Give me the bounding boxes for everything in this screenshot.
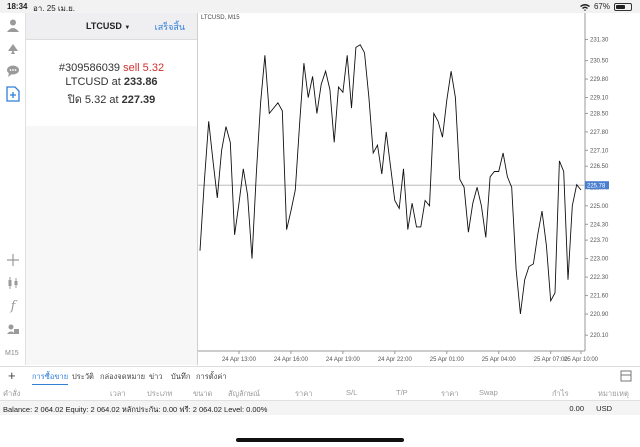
order-id: #309586039 [58, 62, 121, 74]
expand-panel-icon[interactable] [620, 370, 632, 382]
x-tick-label: 24 Apr 22:00 [378, 357, 413, 363]
col-time[interactable]: เวลา [110, 388, 126, 400]
col-symbol[interactable]: สัญลักษณ์ [228, 388, 260, 400]
status-right: 67% [579, 2, 632, 11]
y-tick-label: 222.30 [590, 275, 609, 281]
open-label: LTCUSD at [65, 76, 121, 88]
col-current-price[interactable]: ราคา [441, 388, 458, 400]
y-tick-label: 223.70 [590, 238, 609, 244]
y-tick-label: 229.80 [590, 77, 609, 83]
y-tick-label: 230.50 [590, 59, 609, 65]
symbol-selector[interactable]: LTCUSD ▼ [86, 21, 130, 31]
tab-mailbox[interactable]: กล่องจดหมาย [100, 371, 145, 383]
col-sl[interactable]: S/L [346, 388, 357, 397]
popup-body: #309586039 sell 5.32 LTCUSD at 233.86 ปิ… [26, 40, 197, 126]
close-line: ปิด 5.32 at 227.39 [26, 90, 197, 108]
wifi-icon [579, 3, 590, 11]
col-order[interactable]: คำสั่ง [3, 388, 20, 400]
panel-background [26, 126, 197, 365]
y-tick-label: 226.50 [590, 164, 609, 170]
chevron-down-icon: ▼ [124, 25, 131, 31]
home-indicator[interactable] [236, 438, 404, 442]
popup-header: LTCUSD ▼ เสร็จสิ้น [26, 13, 197, 40]
timeframe-label[interactable]: M15 [5, 350, 19, 357]
candlestick-icon[interactable] [4, 274, 22, 292]
y-tick-label: 220.10 [590, 333, 609, 339]
y-tick-label: 231.30 [590, 37, 609, 43]
done-button[interactable]: เสร็จสิ้น [155, 20, 185, 34]
indicator-f-icon[interactable]: f [4, 297, 22, 315]
y-tick-label: 224.30 [590, 222, 609, 228]
y-tick-label: 227.80 [590, 130, 609, 136]
bottom-tab-bar: + การซื้อขาย ประวัติ กล่องจดหมาย ข่าว บั… [0, 366, 640, 385]
objects-icon[interactable] [4, 320, 22, 338]
balance-summary: Balance: 2 064.02 Equity: 2 064.02 หลักป… [3, 405, 268, 414]
add-icon[interactable]: + [8, 368, 16, 383]
new-order-icon[interactable] [4, 85, 22, 103]
app-screen: 18:34 อา. 25 เม.ย. 67% f M15 LTCUSD ▼ เส… [0, 0, 640, 447]
status-time: 18:34 [7, 2, 28, 11]
status-bar: 18:34 อา. 25 เม.ย. 67% [0, 0, 640, 13]
tab-news[interactable]: ข่าว [149, 371, 163, 383]
symbol-label: LTCUSD [86, 21, 122, 31]
y-tick-label: 225.00 [590, 204, 609, 210]
crosshair-icon[interactable] [4, 251, 22, 269]
currency: USD [596, 404, 612, 413]
col-swap[interactable]: Swap [479, 388, 498, 397]
current-price-label: 225.78 [587, 184, 606, 190]
close-price: 227.39 [121, 94, 156, 106]
order-type: sell 5.32 [123, 62, 165, 74]
account-icon[interactable] [4, 16, 22, 34]
battery-icon [614, 2, 632, 11]
total-profit: 0.00 [569, 404, 584, 413]
chat-icon[interactable] [4, 62, 22, 80]
col-price[interactable]: ราคา [295, 388, 312, 400]
left-toolbar: f M15 [0, 13, 26, 365]
orders-column-header: คำสั่ง เวลา ประเภท ขนาด สัญลักษณ์ ราคา S… [0, 385, 640, 400]
x-tick-label: 24 Apr 19:00 [326, 357, 361, 363]
col-tp[interactable]: T/P [396, 388, 408, 397]
open-price: 233.86 [123, 76, 158, 88]
x-tick-label: 25 Apr 01:00 [430, 357, 465, 363]
price-chart[interactable]: 220.10 220.90 221.60 222.30 223.00 223.70 224.… [197, 13, 612, 365]
order-line: #309586039 sell 5.32 [26, 62, 197, 74]
col-type[interactable]: ประเภท [147, 388, 172, 400]
tab-history[interactable]: ประวัติ [72, 371, 94, 383]
y-tick-label: 220.90 [590, 312, 609, 318]
close-label: ปิด 5.32 at [67, 94, 119, 106]
y-tick-label: 228.50 [590, 111, 609, 117]
y-tick-label: 223.00 [590, 257, 609, 263]
col-comment[interactable]: หมายเหตุ [598, 388, 629, 400]
battery-fill [616, 4, 626, 9]
trade-popup: LTCUSD ▼ เสร็จสิ้น #309586039 sell 5.32 … [26, 13, 197, 126]
tab-trade[interactable]: การซื้อขาย [32, 371, 69, 385]
battery-percent: 67% [593, 2, 610, 11]
chart-svg[interactable]: 220.10 220.90 221.60 222.30 223.00 223.70 224.… [198, 13, 613, 365]
balance-row: Balance: 2 064.02 Equity: 2 064.02 หลักป… [0, 400, 640, 415]
y-tick-label: 221.60 [590, 294, 609, 300]
col-volume[interactable]: ขนาด [193, 388, 212, 400]
chart-title: LTCUSD, M15 [201, 15, 240, 21]
x-tick-label: 24 Apr 16:00 [274, 357, 309, 363]
open-line: LTCUSD at 233.86 [26, 76, 197, 88]
tab-journal[interactable]: บันทึก [171, 371, 190, 383]
x-tick-label: 24 Apr 13:00 [222, 357, 257, 363]
y-tick-label: 227.10 [590, 148, 609, 154]
x-tick-label: 25 Apr 04:00 [482, 357, 517, 363]
x-tick-label: 25 Apr 10:00 [564, 357, 599, 363]
price-line-series [199, 44, 582, 315]
right-edge [612, 13, 640, 365]
tab-settings[interactable]: การตั้งค่า [196, 371, 227, 383]
y-tick-label: 229.10 [590, 96, 609, 102]
col-profit[interactable]: กำไร [552, 388, 569, 400]
trade-arrows-icon[interactable] [4, 39, 22, 57]
